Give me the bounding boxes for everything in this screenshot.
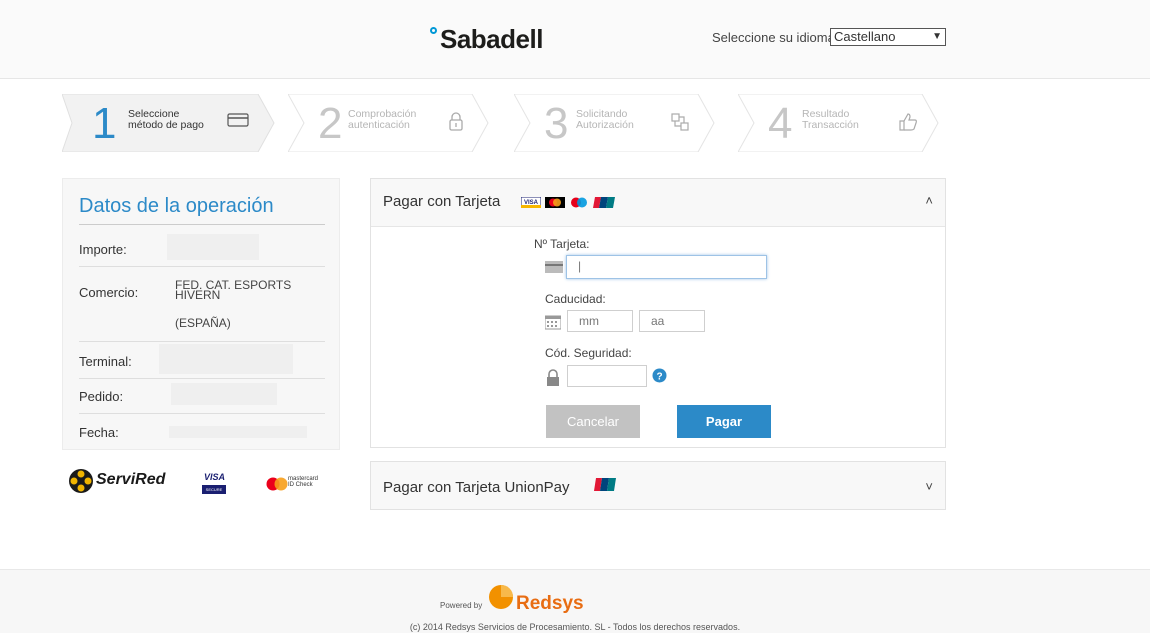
credit-card-icon [227,113,249,127]
unionpay-card-icon [593,197,615,208]
operation-details-title: Datos de la operación [79,195,274,217]
fecha-label: Fecha: [79,425,119,440]
chevron-down-icon: ▼ [932,31,942,42]
logo-text: Sabadell [440,24,543,54]
redsys-logo-icon [489,585,513,609]
card-payment-title: Pagar con Tarjeta [383,193,501,210]
copyright-text: (c) 2014 Redsys Servicios de Procesamien… [409,622,741,632]
maestro-card-icon [571,197,587,208]
step-3-label: Solicitando Autorización [576,109,634,131]
visa-card-icon: VISA [521,197,541,208]
pedido-label: Pedido: [79,389,124,404]
row-importe: Importe: [79,228,325,267]
language-label: Seleccione su idioma [712,30,835,45]
expiry-label: Caducidad: [545,292,606,306]
calendar-icon [545,315,561,330]
step-1-label-line2: método de pago [128,119,204,131]
comercio-label: Comercio: [79,285,139,300]
expiry-month-input[interactable]: mm [567,310,633,332]
title-divider [79,224,325,225]
redsys-text: Redsys [516,593,584,614]
step-4-label-line2: Transacción [802,119,859,131]
idcheck-text: ID Check [288,482,313,488]
card-payment-header[interactable]: Pagar con Tarjeta VISA ˄ [371,179,945,227]
cancel-button[interactable]: Cancelar [546,405,640,438]
svg-text:VISA: VISA [524,200,539,206]
chevron-up-icon[interactable]: ˄ [925,193,933,208]
fecha-value-redacted [169,426,307,438]
payment-brands: ServiRed VISA SECURE mastercard ID Check [68,466,338,502]
logo-dot-icon [428,25,439,36]
step-2: 2 Comprobación autenticación [288,94,518,152]
row-comercio: Comercio: FED. CAT. ESPORTS HIVERN (ESPA… [79,267,325,342]
terminal-value-redacted [159,344,293,374]
visa-secure-text: SECURE [202,485,226,494]
step-3-number: 3 [544,99,569,148]
cvv-label: Cód. Seguridad: [545,346,632,360]
comercio-value-line2: HIVERN [175,288,221,302]
row-pedido: Pedido: [79,379,325,414]
mastercard-circles-icon [266,477,288,491]
expiry-year-input[interactable]: aa [639,310,705,332]
unionpay-title: Pagar con Tarjeta UnionPay [383,479,570,496]
unionpay-panel[interactable]: Pagar con Tarjeta UnionPay ˅ [370,461,946,510]
terminal-label: Terminal: [79,354,132,369]
comercio-value-line3: (ESPAÑA) [175,316,231,330]
step-1-number: 1 [92,99,117,148]
lock-icon [547,369,559,386]
mastercard-idcheck-logo: mastercard ID Check [266,476,332,496]
card-number-label: Nº Tarjeta: [534,237,590,251]
step-2-label: Comprobación autenticación [348,109,416,131]
svg-text:?: ? [657,372,663,383]
pay-button[interactable]: Pagar [677,405,771,438]
step-3-label-line2: Autorización [576,119,634,131]
progress-steps: 1 Seleccione método de pago 2 Comprobaci… [62,94,942,152]
step-2-number: 2 [318,99,343,148]
language-select-value: Castellano [834,29,896,44]
thumbs-up-icon [899,113,917,131]
powered-by-text: Powered by [440,601,483,610]
step-4: 4 Resultado Transacción [738,94,968,152]
pedido-value-redacted [171,383,277,405]
step-1: 1 Seleccione método de pago [62,94,292,152]
card-payment-panel: Pagar con Tarjeta VISA ˄ Nº Tarjeta: | C… [370,178,946,448]
step-2-label-line2: autenticación [348,119,410,131]
row-fecha: Fecha: [79,414,325,446]
header: Sabadell Seleccione su idioma Castellano… [0,0,1150,79]
sabadell-logo: Sabadell [428,24,543,55]
visa-secure-logo: VISA SECURE [202,472,228,496]
card-number-icon [545,261,563,273]
operation-details-panel: Datos de la operación Importe: Comercio:… [62,178,340,450]
transfer-icon [671,113,689,131]
cvv-input[interactable] [567,365,647,387]
mastercard-card-icon [545,197,565,208]
unionpay-card-icon [594,478,616,491]
visa-text: VISA [204,472,226,482]
chevron-down-icon[interactable]: ˅ [925,479,933,494]
language-select[interactable]: Castellano ▼ [830,28,946,46]
footer: Powered by Redsys (c) 2014 Redsys Servic… [0,569,1150,633]
help-icon[interactable]: ? [652,368,667,383]
row-terminal: Terminal: [79,342,325,379]
step-4-label: Resultado Transacción [802,109,859,131]
importe-value-redacted [167,234,259,260]
step-4-number: 4 [768,99,793,148]
card-number-input[interactable]: | [566,255,767,279]
lock-icon [449,112,463,131]
servired-text: ServiRed [96,471,166,488]
importe-label: Importe: [79,242,127,257]
step-1-label: Seleccione método de pago [128,109,204,131]
step-3: 3 Solicitando Autorización [514,94,744,152]
